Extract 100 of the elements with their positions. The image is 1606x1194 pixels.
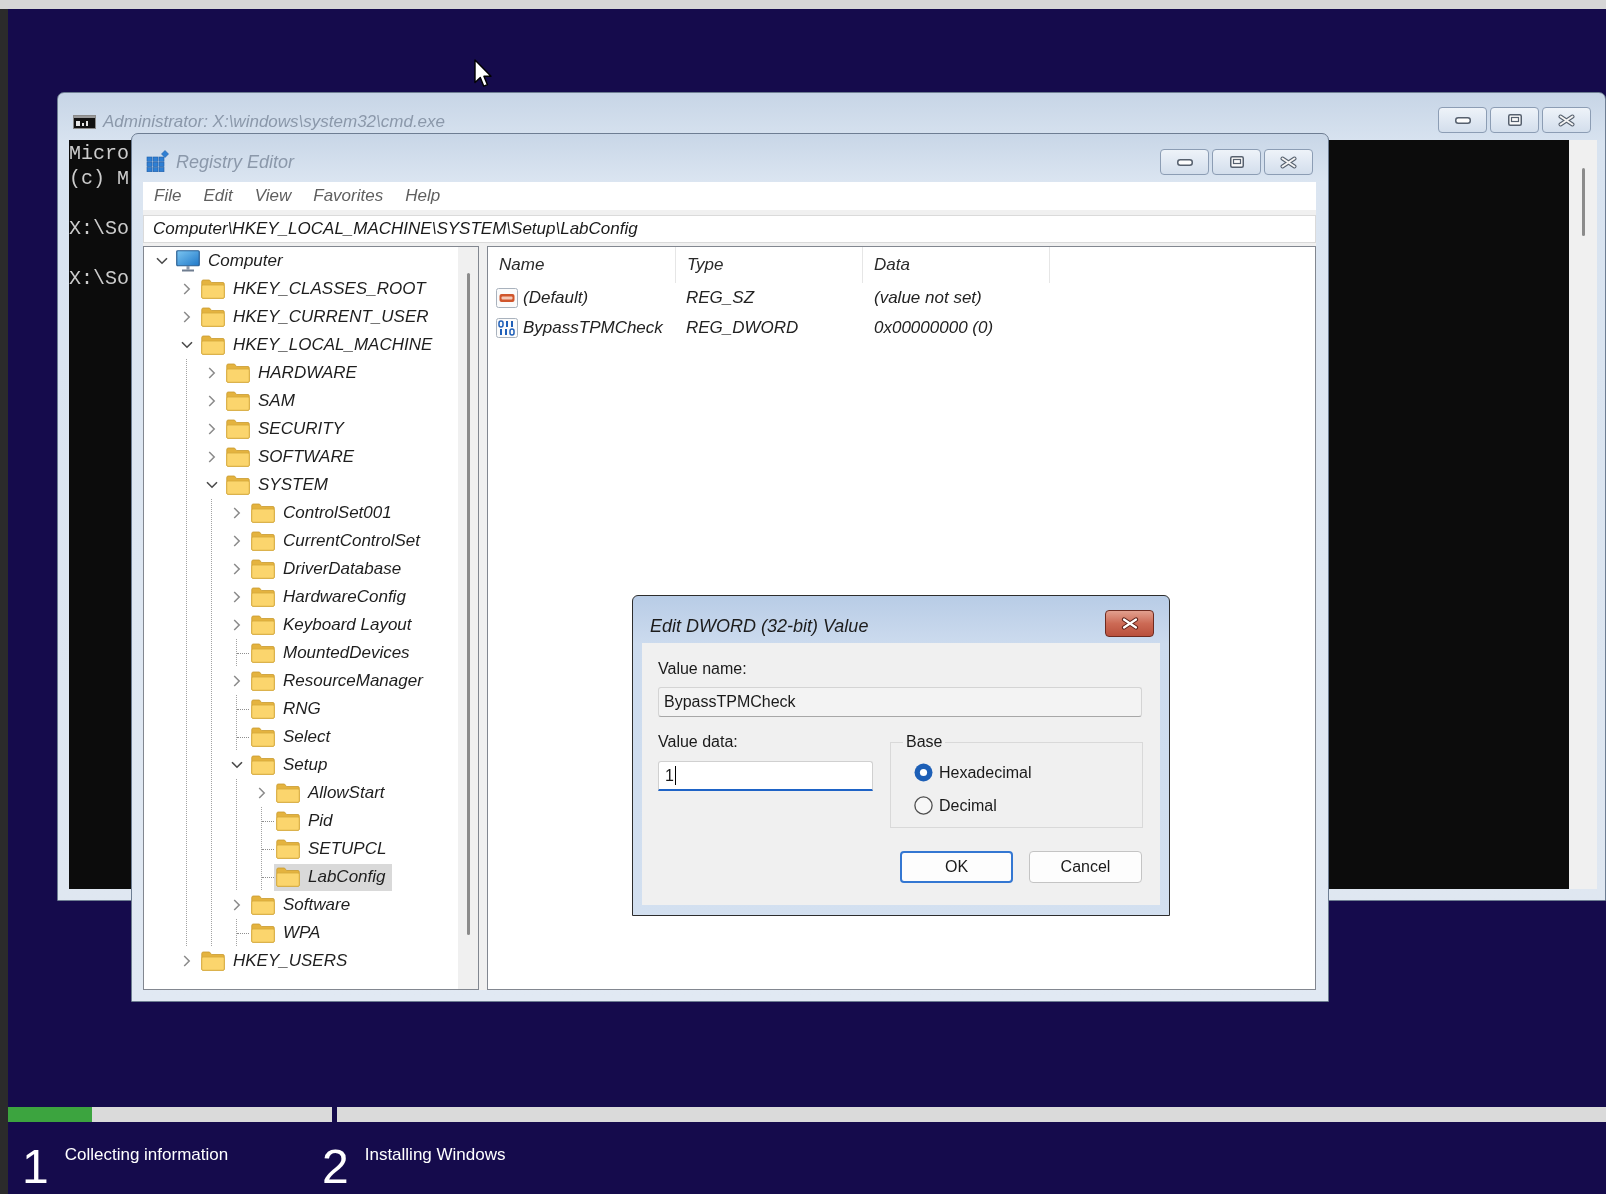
folder-icon (226, 391, 250, 411)
dialog-button[interactable]: Cancel (1029, 851, 1142, 883)
maximize-icon (1229, 156, 1244, 168)
group-label: Base (905, 732, 944, 752)
tree-item[interactable]: Select (249, 723, 337, 751)
string-value-icon (496, 288, 518, 308)
tree-item[interactable]: MountedDevices (249, 639, 416, 667)
radio-option[interactable]: Hexadecimal (914, 756, 1032, 789)
folder-icon (251, 895, 275, 915)
close-icon (1558, 113, 1575, 127)
tree-item[interactable]: DriverDatabase (249, 555, 408, 583)
chevron-right-icon[interactable] (232, 675, 241, 687)
menu-item[interactable]: View (243, 184, 303, 208)
tree-item[interactable]: SECURITY (224, 415, 350, 443)
tree-item[interactable]: HKEY_CLASSES_ROOT (199, 275, 432, 303)
tree-item[interactable]: AllowStart (274, 779, 391, 807)
minimize-button[interactable] (1438, 107, 1487, 133)
close-button[interactable] (1542, 107, 1591, 133)
console-line: X:\So (69, 266, 129, 291)
chevron-down-icon[interactable] (205, 481, 218, 489)
tree-item[interactable]: HardwareConfig (249, 583, 412, 611)
chevron-right-icon[interactable] (182, 311, 191, 323)
tree-item[interactable]: HKEY_CURRENT_USER (199, 303, 435, 331)
folder-icon (251, 587, 275, 607)
column-header[interactable]: Name (488, 247, 676, 283)
chevron-right-icon[interactable] (207, 367, 216, 379)
tree-item[interactable]: Software (249, 891, 357, 919)
chevron-right-icon[interactable] (257, 787, 266, 799)
tree-item[interactable]: HKEY_USERS (199, 947, 354, 975)
tree-item[interactable]: HARDWARE (224, 359, 363, 387)
folder-icon (276, 839, 300, 859)
menu-item[interactable]: Edit (192, 184, 244, 208)
radio-option[interactable]: Decimal (914, 789, 997, 822)
minimize-button[interactable] (1160, 149, 1209, 175)
tree-item[interactable]: RNG (249, 695, 327, 723)
menu-item[interactable]: File (143, 184, 193, 208)
window-title: Registry Editor (176, 152, 295, 172)
chevron-right-icon[interactable] (232, 507, 241, 519)
console-icon (73, 115, 96, 129)
table-cell-text: 0x00000000 (0) (873, 317, 995, 339)
minimize-icon (1454, 116, 1471, 124)
step-label: Installing Windows (364, 1145, 506, 1165)
dialog-button[interactable]: OK (900, 851, 1013, 883)
tree-item[interactable]: SETUPCL (274, 835, 393, 863)
scrollbar-thumb[interactable] (1581, 168, 1585, 236)
folder-icon (251, 755, 275, 775)
address-bar[interactable]: Computer\HKEY_LOCAL_MACHINE\SYSTEM\Setup\LabConfig (143, 215, 1316, 243)
tree-item[interactable]: Computer (174, 247, 289, 275)
tree-item[interactable]: ResourceManager (249, 667, 429, 695)
chevron-right-icon[interactable] (207, 451, 216, 463)
cursor-icon (474, 59, 493, 88)
chevron-down-icon[interactable] (180, 341, 193, 349)
folder-icon (251, 531, 275, 551)
step-number: 1 (22, 1142, 49, 1192)
chevron-right-icon[interactable] (207, 423, 216, 435)
chevron-right-icon[interactable] (232, 591, 241, 603)
tree-item[interactable]: ControlSet001 (249, 499, 398, 527)
chevron-right-icon[interactable] (232, 535, 241, 547)
chevron-right-icon[interactable] (207, 395, 216, 407)
chevron-right-icon[interactable] (232, 563, 241, 575)
tree-item[interactable]: Pid (274, 807, 339, 835)
tree-item[interactable]: LabConfig (274, 863, 392, 891)
value-item[interactable]: BypassTPMCheck (488, 314, 676, 342)
value-data-field[interactable]: 1 (658, 761, 873, 791)
table-cell-text: (value not set) (873, 287, 983, 309)
tree-item[interactable]: Setup (249, 751, 334, 779)
tree-item[interactable]: SYSTEM (224, 471, 334, 499)
tree-item[interactable]: SAM (224, 387, 301, 415)
chevron-right-icon[interactable] (232, 899, 241, 911)
close-icon (1280, 155, 1297, 169)
folder-icon (226, 363, 250, 383)
tree-item[interactable]: CurrentControlSet (249, 527, 426, 555)
close-button[interactable] (1264, 149, 1313, 175)
chevron-right-icon[interactable] (232, 619, 241, 631)
column-header[interactable]: Data (863, 247, 1050, 283)
folder-icon (251, 727, 275, 747)
chevron-right-icon[interactable] (182, 283, 191, 295)
value-name-field[interactable]: BypassTPMCheck (658, 687, 1142, 717)
tree-item[interactable]: WPA (249, 919, 327, 947)
window-title: Administrator: X:\windows\system32\cmd.exe (103, 112, 445, 132)
chevron-down-icon[interactable] (230, 761, 243, 769)
maximize-button[interactable] (1490, 107, 1539, 133)
scrollbar-thumb[interactable] (466, 273, 470, 935)
dialog-title: Edit DWORD (32-bit) Value (650, 616, 869, 636)
value-item[interactable]: (Default) (488, 284, 676, 312)
folder-icon (251, 559, 275, 579)
column-header[interactable]: Type (676, 247, 863, 283)
tree-item[interactable]: SOFTWARE (224, 443, 361, 471)
chevron-right-icon[interactable] (182, 955, 191, 967)
folder-icon (251, 643, 275, 663)
chevron-down-icon[interactable] (155, 257, 168, 265)
maximize-icon (1507, 114, 1522, 126)
menu-item[interactable]: Favorites (302, 184, 395, 208)
tree-item[interactable]: HKEY_LOCAL_MACHINE (199, 331, 439, 359)
folder-icon (276, 783, 300, 803)
close-button[interactable] (1105, 610, 1154, 637)
field-label: Value data: (658, 732, 738, 752)
maximize-button[interactable] (1212, 149, 1261, 175)
menu-item[interactable]: Help (394, 184, 452, 208)
tree-item[interactable]: Keyboard Layout (249, 611, 418, 639)
